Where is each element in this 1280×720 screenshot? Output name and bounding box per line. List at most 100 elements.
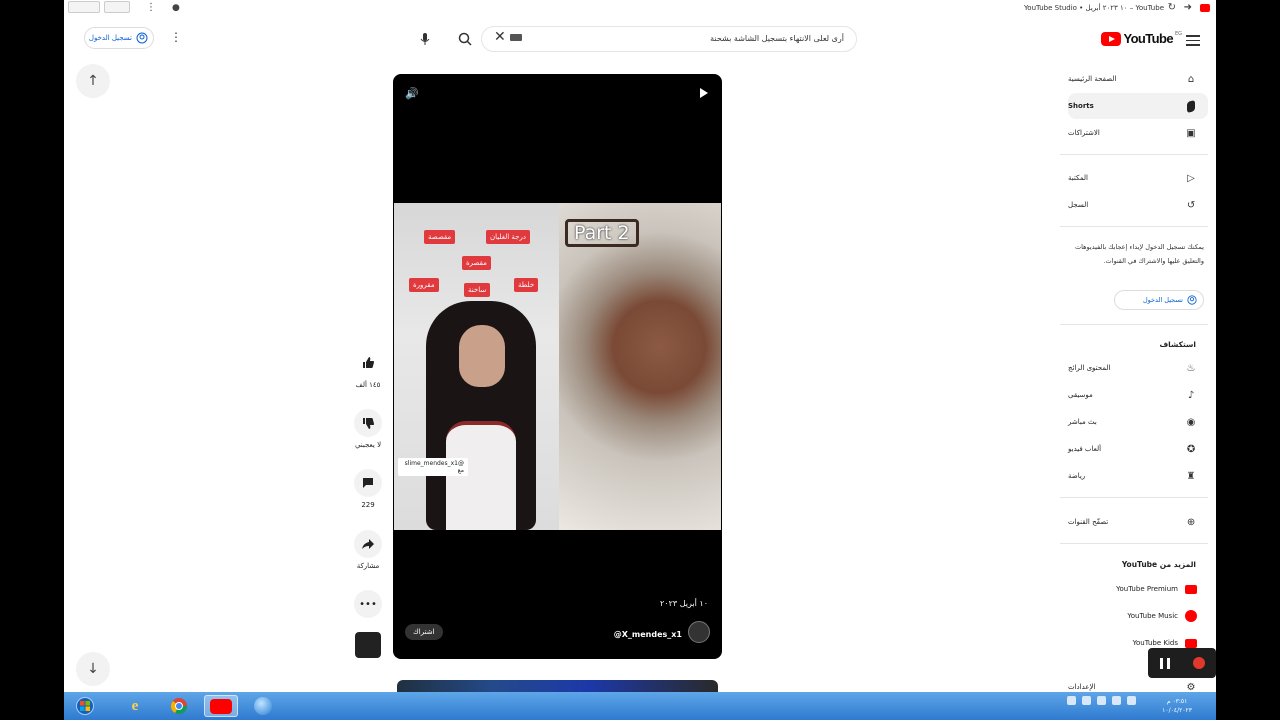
sound-thumbnail[interactable] [355, 632, 381, 658]
taskbar-chrome[interactable] [162, 695, 196, 717]
sidebar-item-gaming[interactable]: ✪ ألعاب فيديو [1068, 436, 1208, 462]
clear-search-icon[interactable]: ✕ [494, 30, 506, 44]
thumb-down-icon [363, 418, 375, 429]
search-button[interactable] [454, 28, 476, 50]
search-input[interactable]: أرى لعلى الانتهاء بتسجيل الشاشة بشحنة [481, 26, 857, 52]
notification-icon[interactable]: ● [172, 3, 180, 13]
settings-menu-icon[interactable]: ⋮ [170, 30, 182, 44]
like-button[interactable] [354, 349, 382, 377]
browser-tab[interactable] [68, 1, 100, 13]
browser-viewport: ⋮ ● YouTube – ١٠ ٢٠٢٣ أبريل • YouTube St… [64, 0, 1216, 692]
sidebar-item-browse-channels[interactable]: ⊕ تصفّح القنوات [1068, 509, 1208, 535]
more-action[interactable]: ••• [353, 590, 383, 618]
video-frame-right: Part 2 [559, 203, 721, 530]
sidebar-item-label: الاشتراكات [1068, 129, 1100, 137]
pause-recording-icon[interactable] [1159, 657, 1170, 669]
sidebar-item-label: موسيقى [1068, 391, 1093, 399]
dislike-label: لا يعجبني [354, 441, 382, 449]
sidebar-item-history[interactable]: ↺ السجل [1068, 192, 1208, 218]
next-short-preview[interactable] [397, 680, 718, 692]
youtube-premium-icon [1184, 582, 1198, 596]
youtube-app-icon [210, 698, 232, 714]
sidebar-item-music[interactable]: ♪ موسيقى [1068, 382, 1208, 408]
sidebar-item-youtube-music[interactable]: YouTube Music [1068, 603, 1208, 629]
voice-search-button[interactable] [414, 28, 436, 50]
signin-prompt: يمكنك تسجيل الدخول لإبداء إعجابك بالفيدي… [1075, 243, 1204, 265]
library-icon: ▷ [1187, 172, 1195, 184]
comment-icon [363, 478, 373, 488]
comment-action[interactable]: 229 [353, 469, 383, 509]
volume-tray-icon[interactable] [1112, 696, 1121, 705]
explore-heading: استكشاف [1159, 340, 1196, 349]
caption-sticker: درجة الغليان [486, 230, 530, 244]
sidebar-item-subscriptions[interactable]: ▣ الاشتراكات [1068, 120, 1208, 146]
play-icon[interactable] [700, 88, 708, 98]
youtube-play-icon [1101, 31, 1122, 46]
next-short-button[interactable]: ↓ [76, 652, 110, 686]
comment-button[interactable] [354, 469, 382, 497]
sidebar-item-library[interactable]: ▷ المكتبة [1068, 165, 1208, 191]
sidebar-item-live[interactable]: ◉ بث مباشر [1068, 409, 1208, 435]
stop-recording-icon[interactable] [1192, 657, 1205, 669]
sidebar-item-home[interactable]: ⌂ الصفحة الرئيسية [1068, 66, 1208, 92]
globe-icon [254, 697, 272, 715]
network-icon[interactable] [1097, 696, 1106, 705]
channel-handle[interactable]: @X_mendes_x1 [614, 630, 682, 639]
tray-icon[interactable] [1082, 696, 1091, 705]
sidebar-item-sports[interactable]: ♜ رياضة [1068, 463, 1208, 489]
taskbar-ie[interactable]: e [118, 695, 152, 717]
keyboard-icon[interactable] [510, 34, 522, 41]
hamburger-menu-icon[interactable] [1186, 35, 1200, 49]
sidebar-item-label: المكتبة [1068, 174, 1088, 182]
previous-short-button[interactable]: ↑ [76, 64, 110, 98]
dislike-action[interactable]: لا يعجبني [353, 409, 383, 449]
divider [1060, 543, 1208, 544]
video-date: ١٠ أبريل ٢٠٢٣ [659, 599, 708, 608]
arrow-down-icon: ↓ [87, 661, 99, 677]
youtube-favicon-icon [1200, 4, 1210, 12]
gear-icon: ⚙ [1186, 681, 1196, 693]
sidebar-signin-button[interactable]: تسجيل الدخول [1114, 290, 1204, 310]
taskbar-explorer[interactable] [246, 695, 280, 717]
more-icon[interactable]: ⋮ [146, 3, 156, 13]
home-icon: ⌂ [1187, 73, 1195, 85]
sidebar-item-youtube-premium[interactable]: YouTube Premium [1068, 576, 1208, 602]
youtube-logo[interactable]: YouTube EG [1101, 31, 1182, 46]
system-clock[interactable]: ٠٣:٥١ م ١٠/٠٤/٢٠٢٣ [1162, 697, 1192, 715]
signin-button[interactable]: تسجيل الدخول [84, 27, 154, 49]
shorts-icon [1184, 99, 1198, 113]
language-icon[interactable] [1127, 696, 1136, 705]
taskbar-youtube[interactable] [204, 695, 238, 717]
like-action[interactable]: ١٤٥ ألف [353, 349, 383, 389]
comment-count: 229 [361, 501, 375, 509]
divider [1060, 497, 1208, 498]
browser-tab[interactable] [104, 1, 130, 13]
dislike-button[interactable] [354, 409, 382, 437]
more-options-button[interactable]: ••• [354, 590, 382, 618]
shorts-player[interactable]: 🔊 مقصصة درجة الغليان مقصرة خلطة ساخنة مق… [393, 74, 722, 659]
screen-recorder-widget [1148, 648, 1216, 678]
sidebar-item-trending[interactable]: ♨ المحتوى الرائج [1068, 355, 1208, 381]
channel-avatar[interactable] [688, 621, 710, 643]
sidebar-item-label: الإعدادات [1068, 683, 1096, 691]
subscribe-button[interactable]: اشتراك [405, 624, 443, 640]
start-button[interactable] [68, 695, 102, 717]
caption-sticker: ساخنة [464, 283, 491, 297]
sidebar-item-label: السجل [1068, 201, 1089, 209]
sidebar-item-label: المحتوى الرائج [1068, 364, 1111, 372]
share-action[interactable]: مشاركة [353, 530, 383, 570]
clock-time: ٠٣:٥١ م [1166, 698, 1188, 705]
system-tray [1067, 696, 1136, 705]
like-count: ١٤٥ ألف [355, 381, 381, 389]
internet-explorer-icon: e [131, 697, 139, 714]
caption-sticker: مقرورة [409, 278, 439, 292]
refresh-icon[interactable]: ↻ [1168, 3, 1176, 13]
forward-icon[interactable]: ➜ [1184, 3, 1192, 13]
share-button[interactable] [354, 530, 382, 558]
video-frame-left: مقصصة درجة الغليان مقصرة خلطة ساخنة مقرو… [394, 203, 559, 530]
search-query-text: أرى لعلى الانتهاء بتسجيل الشاشة بشحنة [710, 34, 844, 43]
sidebar-item-shorts[interactable]: Shorts [1068, 93, 1208, 119]
tray-icon[interactable] [1067, 696, 1076, 705]
sidebar-item-label: YouTube Kids [1132, 639, 1178, 647]
volume-icon[interactable]: 🔊 [405, 87, 419, 100]
